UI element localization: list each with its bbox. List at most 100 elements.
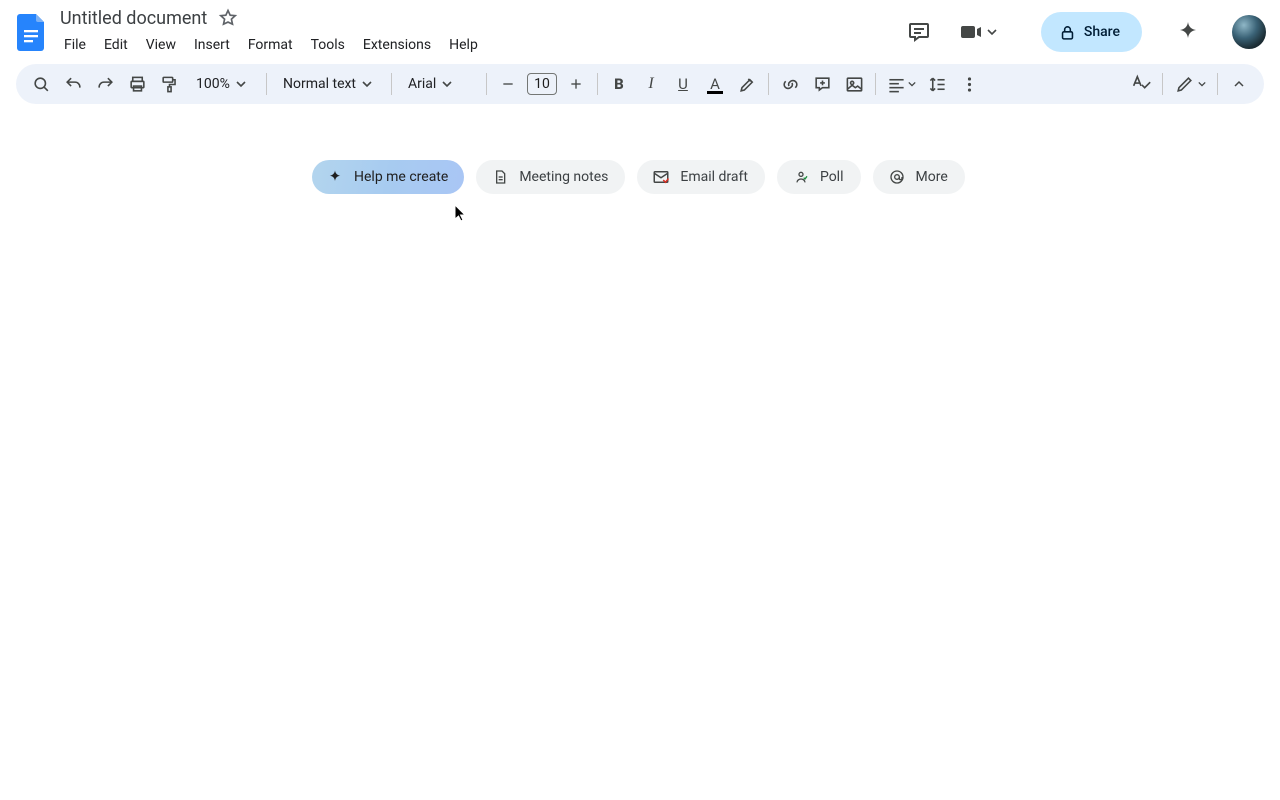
menu-file[interactable]: File <box>56 32 94 58</box>
separator <box>266 73 267 95</box>
document-title[interactable]: Untitled document <box>60 8 207 29</box>
increase-font-size-button[interactable] <box>561 69 591 99</box>
menu-format[interactable]: Format <box>240 32 301 58</box>
caret-down-icon <box>236 79 246 89</box>
align-left-icon <box>887 75 906 94</box>
caret-down-icon <box>908 80 916 88</box>
paragraph-style-select[interactable]: Normal text <box>273 70 385 98</box>
plus-icon <box>568 76 584 92</box>
chip-label: Help me create <box>354 169 448 185</box>
menu-help[interactable]: Help <box>441 32 486 58</box>
document-canvas[interactable]: Help me create Meeting notes Email draft… <box>0 104 1280 800</box>
font-size-input[interactable]: 10 <box>527 73 557 95</box>
italic-button[interactable]: I <box>636 69 666 99</box>
mouse-cursor-icon <box>454 204 468 222</box>
comment-icon <box>907 20 931 44</box>
menu-insert[interactable]: Insert <box>186 32 238 58</box>
mail-icon <box>652 168 670 186</box>
gemini-button[interactable] <box>1168 12 1208 52</box>
caret-down-icon <box>362 79 372 89</box>
redo-button[interactable] <box>90 69 120 99</box>
chip-poll[interactable]: Poll <box>777 160 861 194</box>
separator <box>1162 73 1163 95</box>
line-spacing-icon <box>928 75 947 94</box>
chip-label: Poll <box>820 169 844 185</box>
separator <box>1217 73 1218 95</box>
at-icon <box>888 168 906 186</box>
undo-button[interactable] <box>58 69 88 99</box>
chip-help-me-create[interactable]: Help me create <box>312 160 464 194</box>
spellcheck-icon <box>1130 73 1152 95</box>
lock-icon <box>1059 24 1076 41</box>
bold-button[interactable]: B <box>604 69 634 99</box>
comments-button[interactable] <box>899 12 939 52</box>
more-vert-icon <box>960 75 979 94</box>
caret-down-icon <box>987 27 997 37</box>
undo-icon <box>64 75 83 94</box>
font-value: Arial <box>408 76 436 92</box>
align-button[interactable] <box>882 69 920 99</box>
separator <box>768 73 769 95</box>
star-button[interactable] <box>217 7 239 29</box>
chip-label: More <box>916 169 948 185</box>
add-comment-button[interactable] <box>807 69 837 99</box>
zoom-value: 100% <box>196 76 230 92</box>
zoom-select[interactable]: 100% <box>186 70 260 98</box>
menu-tools[interactable]: Tools <box>303 32 353 58</box>
account-avatar[interactable] <box>1232 15 1266 49</box>
chip-email-draft[interactable]: Email draft <box>637 160 765 194</box>
print-icon <box>128 75 147 94</box>
line-spacing-button[interactable] <box>922 69 952 99</box>
spellcheck-button[interactable] <box>1126 69 1156 99</box>
link-icon <box>781 75 800 94</box>
search-menus-button[interactable] <box>26 69 56 99</box>
more-toolbar-button[interactable] <box>954 69 984 99</box>
separator <box>597 73 598 95</box>
paint-roller-icon <box>160 75 179 94</box>
poll-icon <box>792 168 810 186</box>
chip-more[interactable]: More <box>873 160 965 194</box>
collapse-toolbar-button[interactable] <box>1224 69 1254 99</box>
editing-mode-button[interactable] <box>1169 69 1211 99</box>
caret-down-icon <box>442 79 452 89</box>
menu-bar: File Edit View Insert Format Tools Exten… <box>56 31 486 59</box>
title-column: Untitled document File Edit View Insert … <box>60 5 486 59</box>
color-swatch <box>707 91 723 95</box>
meet-button[interactable] <box>951 12 1001 52</box>
docs-logo[interactable] <box>12 12 52 52</box>
font-family-select[interactable]: Arial <box>398 70 480 98</box>
italic-icon: I <box>648 75 653 93</box>
chip-meeting-notes[interactable]: Meeting notes <box>476 160 625 194</box>
sparkle-icon <box>1176 20 1200 44</box>
highlight-color-button[interactable] <box>732 69 762 99</box>
menu-edit[interactable]: Edit <box>96 32 136 58</box>
header: Untitled document File Edit View Insert … <box>0 0 1280 64</box>
style-value: Normal text <box>283 76 356 92</box>
chip-label: Email draft <box>680 169 748 185</box>
menu-extensions[interactable]: Extensions <box>355 32 439 58</box>
video-icon <box>959 20 983 44</box>
minus-icon <box>500 76 516 92</box>
star-icon <box>218 8 238 28</box>
print-button[interactable] <box>122 69 152 99</box>
insert-image-button[interactable] <box>839 69 869 99</box>
pencil-icon <box>1175 75 1194 94</box>
doc-icon <box>491 168 509 186</box>
caret-down-icon <box>1198 80 1206 88</box>
separator <box>875 73 876 95</box>
decrease-font-size-button[interactable] <box>493 69 523 99</box>
insert-link-button[interactable] <box>775 69 805 99</box>
add-comment-icon <box>813 75 832 94</box>
paint-format-button[interactable] <box>154 69 184 99</box>
image-icon <box>845 75 864 94</box>
menu-view[interactable]: View <box>138 32 184 58</box>
text-color-button[interactable]: A <box>700 69 730 99</box>
underline-button[interactable]: U <box>668 69 698 99</box>
chip-row: Help me create Meeting notes Email draft… <box>312 160 965 194</box>
chevron-up-icon <box>1231 76 1247 92</box>
chip-label: Meeting notes <box>519 169 608 185</box>
separator <box>486 73 487 95</box>
share-button[interactable]: Share <box>1041 12 1142 52</box>
share-label: Share <box>1084 24 1120 40</box>
redo-icon <box>96 75 115 94</box>
